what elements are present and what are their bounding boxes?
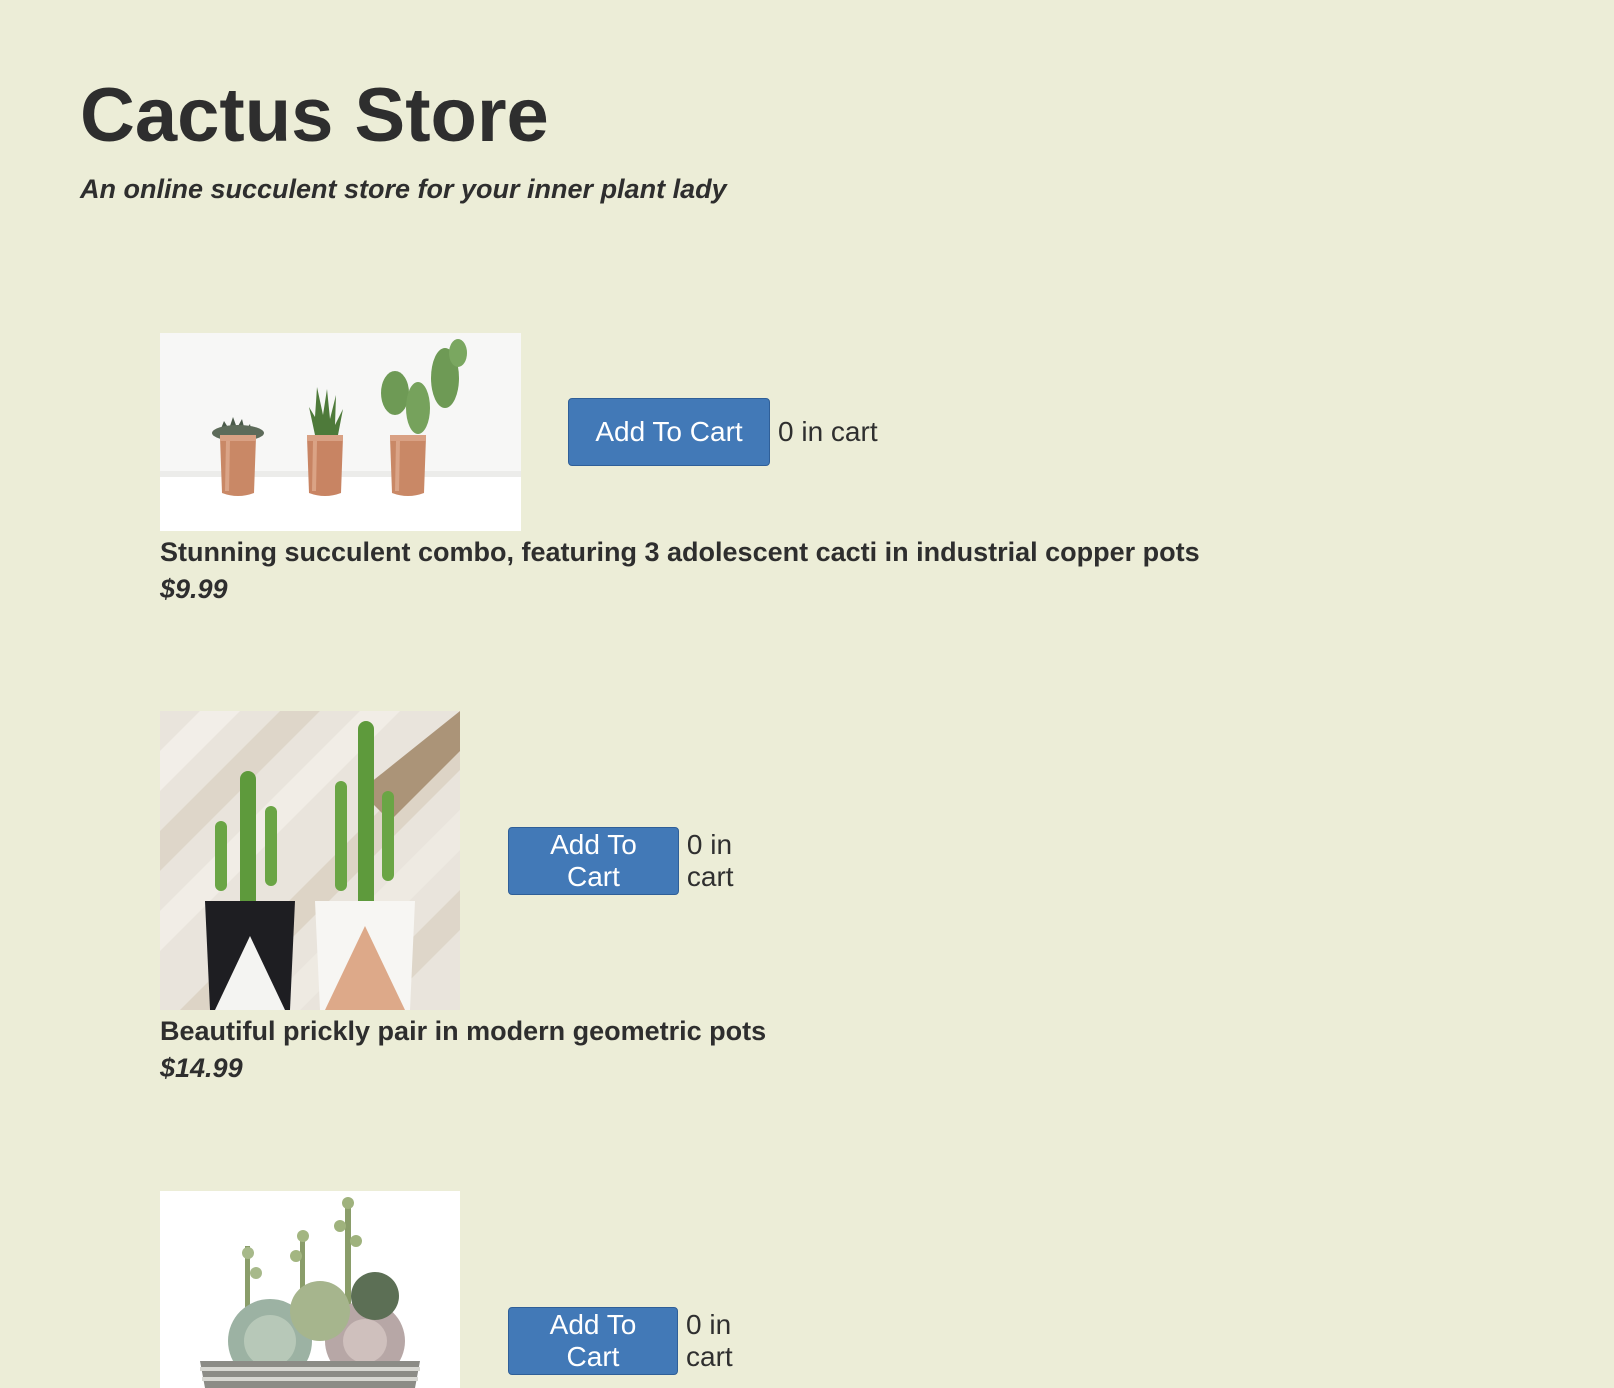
product-description: Stunning succulent combo, featuring 3 ad…: [160, 537, 1200, 567]
cart-controls: Add To Cart 0 in cart: [508, 827, 766, 895]
product-item: Add To Cart 0 in cart Stunning succulent…: [160, 333, 1200, 605]
cart-controls: Add To Cart 0 in cart: [568, 398, 878, 466]
add-to-cart-button[interactable]: Add To Cart: [568, 398, 770, 466]
product-image-geometric-cacti: [160, 711, 460, 1010]
product-price: $14.99: [160, 1053, 243, 1083]
page-title: Cactus Store: [80, 73, 549, 158]
cart-count: 0 in cart: [778, 416, 878, 447]
product-image-succulent-bowl: [160, 1191, 460, 1388]
cart-controls: Add To Cart 0 in cart: [508, 1307, 765, 1375]
cart-count: 0 in cart: [686, 829, 734, 892]
product-image-copper-cacti: [160, 333, 521, 531]
add-to-cart-button[interactable]: Add To Cart: [508, 827, 679, 895]
product-item: Add To Cart 0 in cart Beautiful prickly …: [160, 711, 766, 1084]
product-description: Beautiful prickly pair in modern geometr…: [160, 1016, 767, 1046]
product-price: $9.99: [160, 574, 228, 604]
page-tagline: An online succulent store for your inner…: [80, 174, 727, 204]
product-item: Add To Cart 0 in cart: [160, 1191, 733, 1388]
cart-count: 0 in cart: [686, 1309, 733, 1372]
add-to-cart-button[interactable]: Add To Cart: [508, 1307, 679, 1375]
